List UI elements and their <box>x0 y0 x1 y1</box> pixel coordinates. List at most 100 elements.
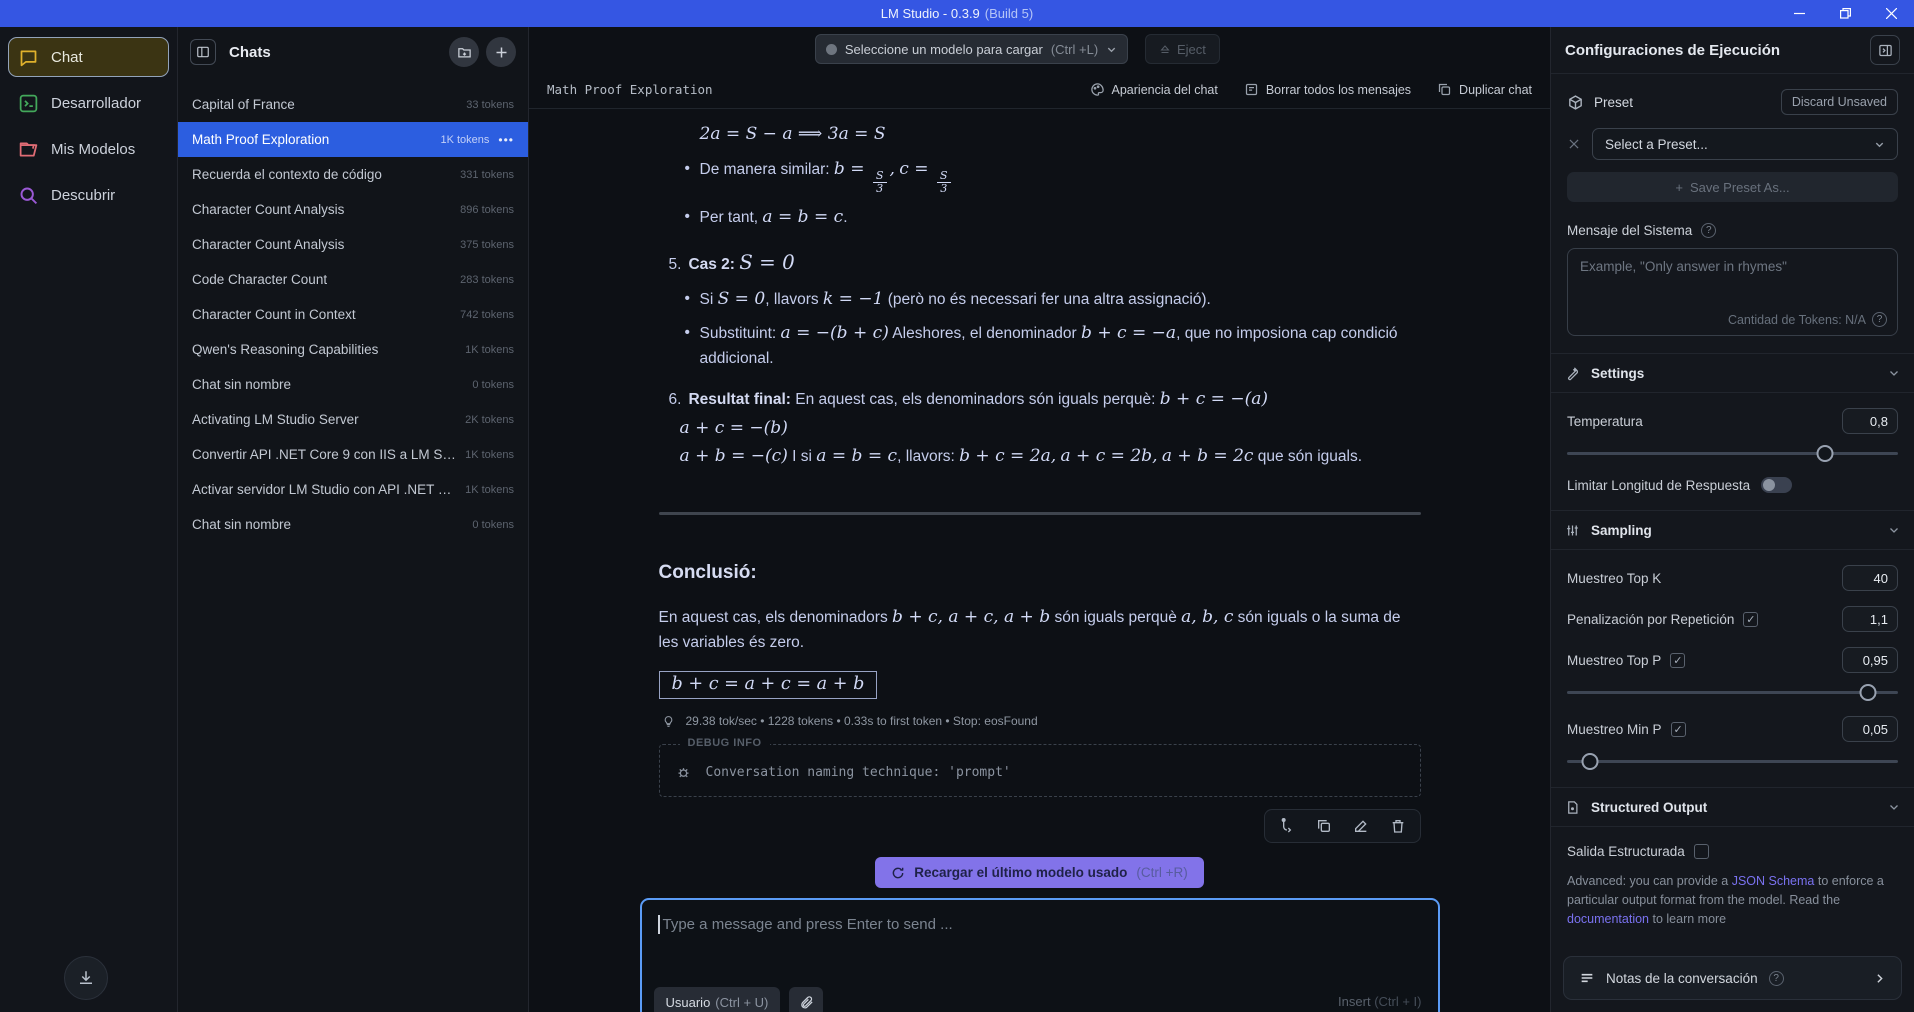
temperature-slider[interactable] <box>1567 445 1898 462</box>
chat-list-item[interactable]: Character Count in Context742 tokens <box>178 297 528 332</box>
duplicate-icon <box>1437 82 1452 97</box>
structured-output-checkbox[interactable] <box>1694 844 1709 859</box>
chat-item-title: Qwen's Reasoning Capabilities <box>192 342 378 357</box>
eject-button[interactable]: Eject <box>1145 34 1220 64</box>
clear-preset-icon[interactable] <box>1567 137 1581 151</box>
message-input[interactable]: Type a message and press Enter to send .… <box>640 898 1440 1012</box>
branch-icon[interactable] <box>1279 818 1295 834</box>
sampling-value[interactable]: 0,95 <box>1842 647 1898 673</box>
chat-list-item[interactable]: Capital of France33 tokens <box>178 87 528 122</box>
minimize-button[interactable] <box>1776 0 1822 27</box>
conversation-notes-button[interactable]: Notas de la conversación ? <box>1563 956 1902 1000</box>
system-prompt-input[interactable]: Example, "Only answer in rhymes" Cantida… <box>1567 248 1898 336</box>
nav-item-developer[interactable]: Desarrollador <box>8 83 169 123</box>
chat-item-title: Character Count in Context <box>192 307 356 322</box>
chat-list-item[interactable]: Character Count Analysis896 tokens <box>178 192 528 227</box>
downloads-button[interactable] <box>64 956 108 1000</box>
chat-list-item[interactable]: Activar servidor LM Studio con API .NET … <box>178 472 528 507</box>
chat-list-item[interactable]: Recuerda el contexto de código331 tokens <box>178 157 528 192</box>
temperature-value[interactable]: 0,8 <box>1842 408 1898 434</box>
chat-item-title: Convertir API .NET Core 9 con IIS a LM S… <box>192 447 457 462</box>
slider-knob[interactable] <box>1582 753 1599 770</box>
sampling-checkbox[interactable]: ✓ <box>1670 653 1685 668</box>
chat-list-item[interactable]: Activating LM Studio Server2K tokens <box>178 402 528 437</box>
restore-button[interactable] <box>1822 0 1868 27</box>
slider-knob[interactable] <box>1817 445 1834 462</box>
equation-line: a + c = −(b) <box>659 416 1421 442</box>
new-folder-button[interactable] <box>449 37 479 67</box>
nav-item-discover[interactable]: Descubrir <box>8 175 169 215</box>
structured-output-title: Structured Output <box>1591 800 1707 815</box>
debug-info-label: DEBUG INFO <box>680 737 770 749</box>
sampling-slider[interactable] <box>1567 684 1898 701</box>
chat-appearance-button[interactable]: Apariencia del chat <box>1090 82 1218 97</box>
sampling-section-header[interactable]: Sampling <box>1551 510 1914 550</box>
chat-list-item[interactable]: Code Character Count283 tokens <box>178 262 528 297</box>
sampling-value[interactable]: 1,1 <box>1842 606 1898 632</box>
palette-icon <box>1090 82 1105 97</box>
chat-item-title: Code Character Count <box>192 272 327 287</box>
chat-list-item[interactable]: Qwen's Reasoning Capabilities1K tokens <box>178 332 528 367</box>
info-icon[interactable]: ? <box>1872 312 1887 327</box>
sampling-checkbox[interactable]: ✓ <box>1743 612 1758 627</box>
chat-list-item[interactable]: Math Proof Exploration1K tokens••• <box>178 122 528 157</box>
text-caret <box>658 915 660 934</box>
bullet-item: Si S = 0, llavors k = −1 (però no és nec… <box>659 287 1421 313</box>
chevron-down-icon <box>1106 44 1117 55</box>
plus-icon <box>494 45 509 60</box>
json-file-icon <box>1565 800 1580 815</box>
sampling-value[interactable]: 0,05 <box>1842 716 1898 742</box>
bulb-icon <box>662 715 675 728</box>
duplicate-chat-button[interactable]: Duplicar chat <box>1437 82 1532 97</box>
debug-info-box: DEBUG INFO Conversation naming technique… <box>659 744 1421 797</box>
sampling-slider[interactable] <box>1567 753 1898 770</box>
preset-select[interactable]: Select a Preset... <box>1592 128 1898 160</box>
role-toggle-button[interactable]: Usuario (Ctrl + U) <box>654 987 781 1012</box>
edit-icon[interactable] <box>1353 818 1369 834</box>
attach-file-button[interactable] <box>789 987 823 1012</box>
collapse-right-panel-button[interactable] <box>1870 35 1900 65</box>
documentation-link[interactable]: documentation <box>1567 912 1649 926</box>
copy-icon[interactable] <box>1316 818 1332 834</box>
model-loader-dropdown[interactable]: Seleccione un modelo para cargar (Ctrl +… <box>815 34 1128 64</box>
chat-item-tokens: 1K tokens <box>432 134 489 146</box>
clear-messages-button[interactable]: Borrar todos los mensajes <box>1244 82 1411 97</box>
preset-box-icon <box>1567 94 1584 111</box>
trash-icon[interactable] <box>1390 818 1406 834</box>
chat-item-menu-icon[interactable]: ••• <box>498 133 514 147</box>
model-icon <box>826 44 837 55</box>
nav-label: Descubrir <box>51 187 115 204</box>
help-icon[interactable]: ? <box>1701 223 1716 238</box>
chat-list-item[interactable]: Convertir API .NET Core 9 con IIS a LM S… <box>178 437 528 472</box>
chat-item-tokens: 0 tokens <box>464 379 514 391</box>
chat-list-item[interactable]: Chat sin nombre0 tokens <box>178 367 528 402</box>
limit-response-toggle[interactable] <box>1761 477 1792 493</box>
new-chat-button[interactable] <box>486 37 516 67</box>
chat-item-tokens: 0 tokens <box>464 519 514 531</box>
sampling-value[interactable]: 40 <box>1842 565 1898 591</box>
reload-model-button[interactable]: Recargar el último modelo usado (Ctrl +R… <box>875 857 1203 888</box>
bullet-item: Substituint: a = −(b + c) Aleshores, el … <box>659 321 1421 370</box>
help-icon[interactable]: ? <box>1769 971 1784 986</box>
bullet-item: Per tant, a = b = c. <box>659 205 1421 231</box>
collapse-panel-button[interactable] <box>190 39 216 65</box>
close-button[interactable] <box>1868 0 1914 27</box>
settings-section-header[interactable]: Settings <box>1551 353 1914 393</box>
discard-unsaved-button[interactable]: Discard Unsaved <box>1781 89 1898 115</box>
save-preset-button[interactable]: + Save Preset As... <box>1567 172 1898 202</box>
numbered-item: 6.Resultat final: En aquest cas, els den… <box>659 387 1421 413</box>
nav-item-chat[interactable]: Chat <box>8 37 169 77</box>
insert-button[interactable]: Insert (Ctrl + I) <box>1338 994 1421 1009</box>
nav-item-my-models[interactable]: Mis Modelos <box>8 129 169 169</box>
chat-list-item[interactable]: Character Count Analysis375 tokens <box>178 227 528 262</box>
slider-knob[interactable] <box>1860 684 1877 701</box>
json-schema-link[interactable]: JSON Schema <box>1732 874 1815 888</box>
window-title: LM Studio - 0.3.9 <box>881 6 980 21</box>
role-label: Usuario <box>666 995 711 1010</box>
chat-item-tokens: 896 tokens <box>452 204 514 216</box>
structured-output-section-header[interactable]: Structured Output <box>1551 787 1914 827</box>
chevron-down-icon <box>1888 524 1900 536</box>
sampling-checkbox[interactable]: ✓ <box>1671 722 1686 737</box>
chat-scroll-area[interactable]: 2a = S − a ⟹ 3a = SDe manera similar: b … <box>529 109 1550 1012</box>
chat-list-item[interactable]: Chat sin nombre0 tokens <box>178 507 528 542</box>
